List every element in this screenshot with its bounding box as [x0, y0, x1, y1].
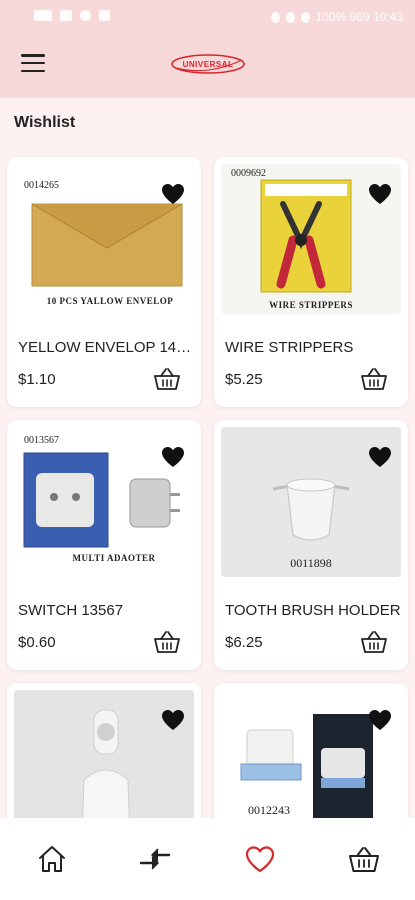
- add-to-cart-basket-icon[interactable]: [360, 630, 388, 654]
- add-to-cart-basket-icon[interactable]: [360, 367, 388, 391]
- app-bar: UNIVERSAL: [0, 32, 415, 98]
- status-bar: 100% 969 10:43: [0, 0, 415, 32]
- product-card[interactable]: 0013567 MULTI ADAOTER SWITCH 13567 $0.60: [7, 420, 201, 670]
- product-name[interactable]: SWITCH 13567: [18, 602, 196, 619]
- wishlist-heart-filled-icon[interactable]: [161, 446, 185, 468]
- product-image-code: 0012243: [248, 803, 290, 817]
- product-price: $6.25: [225, 634, 263, 651]
- product-card[interactable]: [7, 683, 201, 833]
- wishlist-heart-filled-icon[interactable]: [161, 183, 185, 205]
- product-card[interactable]: 0012243: [214, 683, 408, 833]
- status-text: 100% 969 10:43: [315, 10, 403, 24]
- status-right: 100% 969 10:43: [270, 10, 403, 24]
- location-icon: [285, 11, 295, 23]
- wishlist-heart-filled-icon[interactable]: [368, 709, 392, 731]
- product-name[interactable]: WIRE STRIPPERS: [225, 339, 403, 356]
- wishlist-heart-filled-icon[interactable]: [368, 446, 392, 468]
- logo-text: UNIVERSAL: [183, 60, 234, 69]
- screen-icon: [99, 10, 110, 21]
- bottom-navigation: [0, 818, 415, 900]
- product-name[interactable]: YELLOW ENVELOP 14265: [18, 339, 196, 356]
- product-price: $0.60: [18, 634, 56, 651]
- universal-logo: UNIVERSAL: [171, 54, 245, 74]
- notification-icon: [34, 10, 52, 21]
- product-price: $5.25: [225, 371, 263, 388]
- product-card[interactable]: 0011898 TOOTH BRUSH HOLDER $6.25: [214, 420, 408, 670]
- home-icon[interactable]: [36, 844, 68, 874]
- add-to-cart-basket-icon[interactable]: [153, 367, 181, 391]
- hamburger-menu-icon[interactable]: [20, 52, 46, 74]
- wishlist-heart-filled-icon[interactable]: [368, 183, 392, 205]
- wishlist-heart-outline-icon[interactable]: [244, 844, 276, 874]
- product-image-label: 10 PCS YALLOW ENVELOP: [47, 296, 173, 306]
- wishlist-heart-filled-icon[interactable]: [161, 709, 185, 731]
- product-name[interactable]: TOOTH BRUSH HOLDER: [225, 602, 403, 619]
- compare-arrows-icon[interactable]: [139, 844, 171, 874]
- cart-basket-icon[interactable]: [348, 844, 380, 874]
- product-image-label: MULTI ADAOTER: [73, 553, 156, 563]
- vibrate-icon: [300, 11, 310, 23]
- signal-icon: [60, 10, 72, 21]
- add-to-cart-basket-icon[interactable]: [153, 630, 181, 654]
- product-card[interactable]: 0009692 WIRE STRIPPERS WIRE STRIPPERS $5…: [214, 157, 408, 407]
- page-title: Wishlist: [14, 114, 76, 131]
- product-image-code: 0011898: [290, 556, 332, 570]
- product-price: $1.10: [18, 371, 56, 388]
- product-image-label: WIRE STRIPPERS: [269, 300, 353, 310]
- status-left-icons: [34, 10, 110, 21]
- product-card[interactable]: 0014265 10 PCS YALLOW ENVELOP YELLOW ENV…: [7, 157, 201, 407]
- product-image-code: 0009692: [231, 168, 266, 179]
- wifi-icon: [80, 10, 91, 21]
- bluetooth-icon: [270, 11, 280, 23]
- product-image-code: 0013567: [24, 435, 59, 446]
- product-image-code: 0014265: [24, 180, 59, 191]
